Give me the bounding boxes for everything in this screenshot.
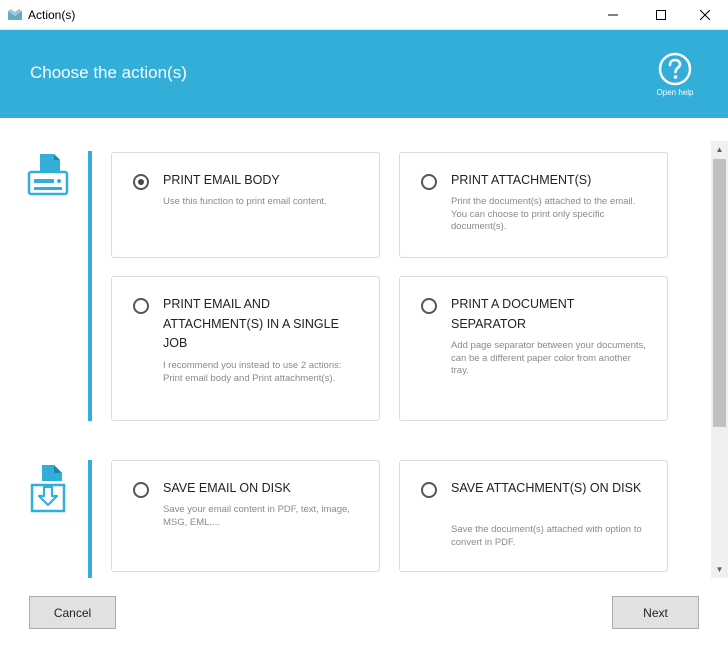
card-title: SAVE ATTACHMENT(S) ON DISK — [451, 481, 642, 495]
card-description: Print the document(s) attached to the em… — [451, 196, 636, 232]
card-title: PRINT A DOCUMENT SEPARATOR — [451, 297, 575, 331]
print-group-bar — [88, 151, 92, 421]
action-card-save-attachments[interactable]: SAVE ATTACHMENT(S) ON DISK Save the docu… — [399, 460, 668, 572]
printer-icon — [26, 152, 70, 203]
card-description: Add page separator between your document… — [451, 340, 646, 376]
window-title: Action(s) — [28, 8, 76, 22]
radio-print-single-job[interactable] — [133, 298, 149, 314]
dialog-footer: Cancel Next — [0, 578, 728, 647]
save-to-disk-icon — [28, 463, 68, 522]
card-title: PRINT ATTACHMENT(S) — [451, 173, 592, 187]
card-title: PRINT EMAIL BODY — [163, 173, 280, 187]
card-description: I recommend you instead to use 2 actions… — [163, 360, 342, 384]
action-card-print-single-job[interactable]: PRINT EMAIL AND ATTACHMENT(S) IN A SINGL… — [111, 276, 380, 421]
radio-save-attachments[interactable] — [421, 482, 437, 498]
action-card-print-separator[interactable]: PRINT A DOCUMENT SEPARATOR Add page sepa… — [399, 276, 668, 421]
radio-print-separator[interactable] — [421, 298, 437, 314]
maximize-button[interactable] — [638, 0, 684, 30]
radio-print-email-body[interactable] — [133, 174, 149, 190]
card-description: Save the document(s) attached with optio… — [451, 524, 642, 548]
page-title: Choose the action(s) — [30, 63, 187, 82]
save-group-bar — [88, 460, 92, 578]
card-title: SAVE EMAIL ON DISK — [163, 481, 291, 495]
window-titlebar: Action(s) — [0, 0, 728, 30]
open-help-button[interactable]: Open help — [652, 52, 698, 102]
maximize-icon — [656, 10, 666, 20]
close-icon — [700, 10, 710, 20]
radio-print-attachments[interactable] — [421, 174, 437, 190]
header-banner: Choose the action(s) Open help — [0, 30, 728, 118]
app-envelope-icon — [7, 7, 23, 23]
action-card-print-attachments[interactable]: PRINT ATTACHMENT(S) Print the document(s… — [399, 152, 668, 258]
action-card-print-email-body[interactable]: PRINT EMAIL BODY Use this function to pr… — [111, 152, 380, 258]
close-button[interactable] — [682, 0, 728, 30]
help-question-icon — [658, 52, 692, 86]
minimize-icon — [608, 14, 618, 16]
minimize-button[interactable] — [590, 0, 636, 30]
scroll-up-arrow-icon[interactable]: ▲ — [711, 141, 728, 158]
scroll-down-arrow-icon[interactable]: ▼ — [711, 561, 728, 578]
cancel-button[interactable]: Cancel — [29, 596, 116, 629]
radio-save-email[interactable] — [133, 482, 149, 498]
card-title: PRINT EMAIL AND ATTACHMENT(S) IN A SINGL… — [163, 297, 339, 350]
card-description: Save your email content in PDF, text, im… — [163, 504, 350, 528]
next-button[interactable]: Next — [612, 596, 699, 629]
action-card-save-email[interactable]: SAVE EMAIL ON DISK Save your email conte… — [111, 460, 380, 572]
actions-list: PRINT EMAIL BODY Use this function to pr… — [0, 118, 728, 578]
vertical-scrollbar[interactable]: ▲ ▼ — [711, 141, 728, 578]
card-description: Use this function to print email content… — [163, 196, 327, 207]
scroll-thumb[interactable] — [713, 159, 726, 427]
open-help-label: Open help — [656, 88, 694, 97]
